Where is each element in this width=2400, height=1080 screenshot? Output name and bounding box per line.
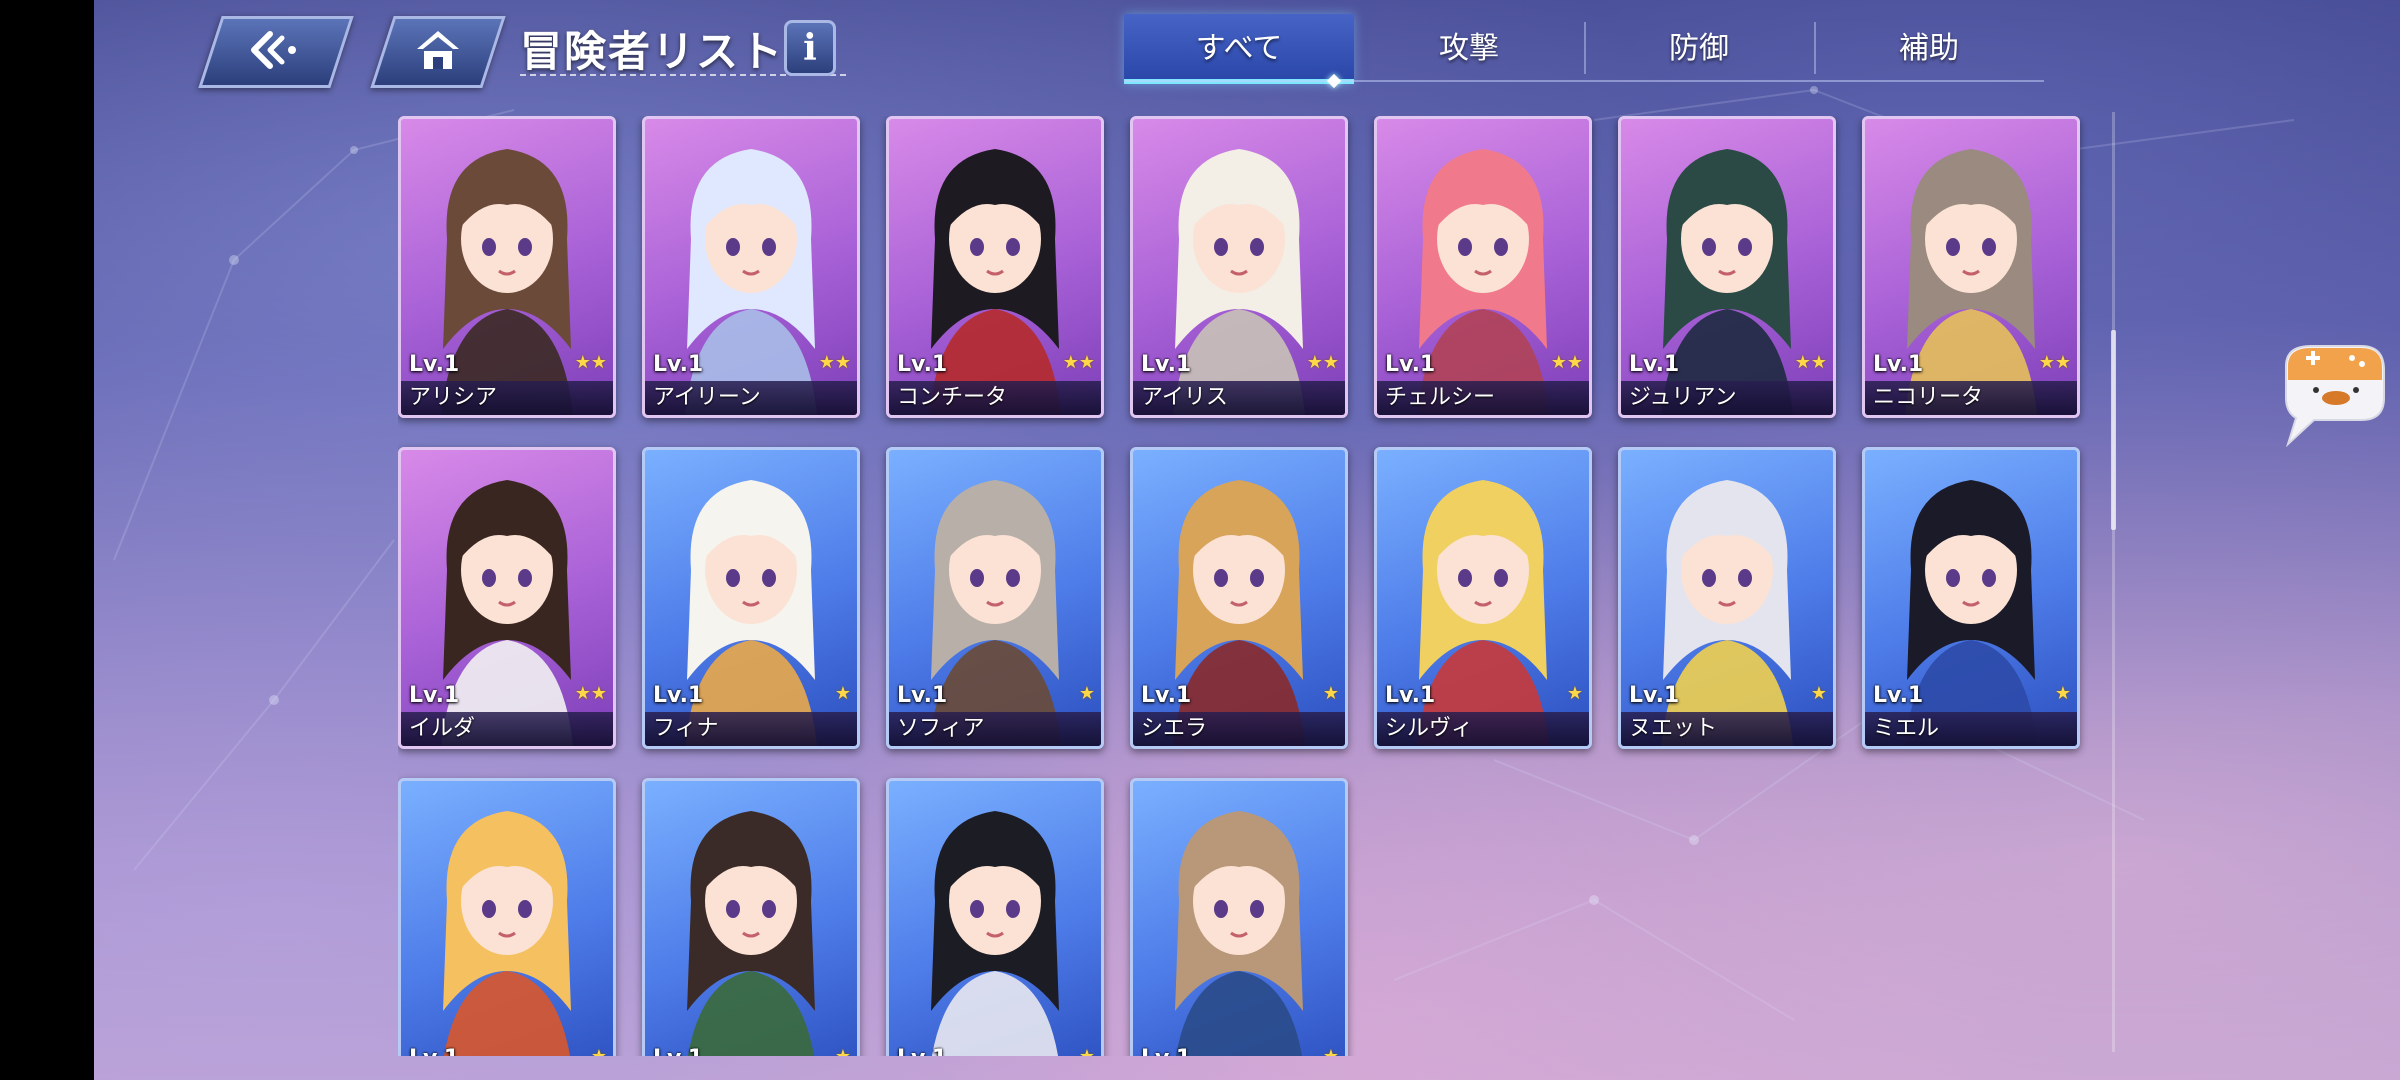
star-rating-icon: ★ xyxy=(1323,1046,1339,1056)
adventurer-name: アイリス xyxy=(1133,381,1345,415)
level-label: Lv.1 xyxy=(1629,352,1680,377)
tabs-baseline xyxy=(1124,80,2044,82)
adventurer-card[interactable]: Lv.1 ★★ アイリーン xyxy=(642,116,860,418)
adventurer-card[interactable]: Lv.1 ★★ アリシア xyxy=(398,116,616,418)
level-label: Lv.1 xyxy=(1873,683,1924,708)
tab-all[interactable]: すべて xyxy=(1124,14,1354,84)
tab-defense[interactable]: 防御 xyxy=(1584,14,1814,84)
star-rating-icon: ★★ xyxy=(1062,352,1095,373)
adventurer-card[interactable]: Lv.1 ★ ヌエット xyxy=(1618,447,1836,749)
scrollbar-thumb[interactable] xyxy=(2111,330,2116,530)
star-rating-icon: ★ xyxy=(2054,683,2071,704)
level-label: Lv.1 xyxy=(897,1046,947,1056)
level-label: Lv.1 xyxy=(1141,683,1192,708)
left-black-bar xyxy=(0,0,94,1080)
adventurer-portrait xyxy=(1175,811,1303,1056)
level-label: Lv.1 xyxy=(1385,683,1436,708)
game-assistant-bubble-icon[interactable] xyxy=(2266,336,2386,456)
level-label: Lv.1 xyxy=(653,1046,703,1056)
star-rating-icon: ★★ xyxy=(1794,352,1827,373)
level-label: Lv.1 xyxy=(653,683,704,708)
info-button[interactable]: i xyxy=(784,20,836,76)
adventurer-card[interactable]: Lv.1 ★ xyxy=(642,778,860,1056)
adventurer-card[interactable]: Lv.1 ★★ コンチータ xyxy=(886,116,1104,418)
star-rating-icon: ★ xyxy=(1322,683,1339,704)
adventurer-card[interactable]: Lv.1 ★ シエラ xyxy=(1130,447,1348,749)
adventurer-card[interactable]: Lv.1 ★ xyxy=(398,778,616,1056)
adventurer-card[interactable]: Lv.1 ★★ ニコリータ xyxy=(1862,116,2080,418)
star-rating-icon: ★★ xyxy=(574,683,607,704)
adventurer-card[interactable]: Lv.1 ★★ ジュリアン xyxy=(1618,116,1836,418)
adventurer-name: ジュリアン xyxy=(1621,381,1833,415)
level-label: Lv.1 xyxy=(1141,1046,1191,1056)
star-rating-icon: ★ xyxy=(834,683,851,704)
back-button[interactable] xyxy=(198,16,354,88)
star-rating-icon: ★ xyxy=(1078,683,1095,704)
adventurer-name: アリシア xyxy=(401,381,613,415)
adventurer-name: ヌエット xyxy=(1621,712,1833,746)
level-label: Lv.1 xyxy=(409,1046,459,1056)
back-arrow-icon xyxy=(246,28,306,76)
adventurer-card[interactable]: Lv.1 ★★ アイリス xyxy=(1130,116,1348,418)
adventurer-card[interactable]: Lv.1 ★ フィナ xyxy=(642,447,860,749)
level-label: Lv.1 xyxy=(1385,352,1436,377)
star-rating-icon: ★ xyxy=(1079,1046,1095,1056)
adventurer-card[interactable]: Lv.1 ★ ソフィア xyxy=(886,447,1104,749)
level-label: Lv.1 xyxy=(897,683,948,708)
page-title: 冒険者リスト xyxy=(520,27,785,76)
adventurer-name: イルダ xyxy=(401,712,613,746)
adventurer-name: シエラ xyxy=(1133,712,1345,746)
adventurer-name: フィナ xyxy=(645,712,857,746)
star-rating-icon: ★★ xyxy=(1306,352,1339,373)
level-label: Lv.1 xyxy=(409,352,460,377)
star-rating-icon: ★★ xyxy=(574,352,607,373)
category-tabs: すべて 攻撃 防御 補助 xyxy=(1124,14,2044,84)
adventurer-name: ソフィア xyxy=(889,712,1101,746)
level-label: Lv.1 xyxy=(653,352,704,377)
adventurer-name: ニコリータ xyxy=(1865,381,2077,415)
adventurer-card[interactable]: Lv.1 ★ シルヴィ xyxy=(1374,447,1592,749)
adventurer-card[interactable]: Lv.1 ★★ チェルシー xyxy=(1374,116,1592,418)
adventurer-portrait xyxy=(443,811,571,1056)
star-rating-icon: ★ xyxy=(591,1046,607,1056)
star-rating-icon: ★★ xyxy=(818,352,851,373)
adventurer-portrait xyxy=(931,811,1059,1056)
adventurer-name: ミエル xyxy=(1865,712,2077,746)
adventurer-name: チェルシー xyxy=(1377,381,1589,415)
level-label: Lv.1 xyxy=(1141,352,1192,377)
adventurer-name: コンチータ xyxy=(889,381,1101,415)
adventurer-card[interactable]: Lv.1 ★★ イルダ xyxy=(398,447,616,749)
level-label: Lv.1 xyxy=(1629,683,1680,708)
adventurer-name: シルヴィ xyxy=(1377,712,1589,746)
adventurer-card[interactable]: Lv.1 ★ ミエル xyxy=(1862,447,2080,749)
adventurer-name: アイリーン xyxy=(645,381,857,415)
star-rating-icon: ★ xyxy=(1566,683,1583,704)
scrollbar-track[interactable] xyxy=(2112,112,2115,1052)
tab-attack[interactable]: 攻撃 xyxy=(1354,14,1584,84)
star-rating-icon: ★★ xyxy=(1550,352,1583,373)
star-rating-icon: ★★ xyxy=(2038,352,2071,373)
star-rating-icon: ★ xyxy=(835,1046,851,1056)
adventurer-portrait xyxy=(687,811,815,1056)
level-label: Lv.1 xyxy=(1873,352,1924,377)
tab-support[interactable]: 補助 xyxy=(1814,14,2044,84)
info-icon: i xyxy=(803,27,817,69)
star-rating-icon: ★ xyxy=(1810,683,1827,704)
adventurer-grid: Lv.1 ★★ アリシア Lv.1 ★★ アイリーン Lv.1 ★★ コンチータ Lv.1 ★★ アイ… xyxy=(398,116,2088,1056)
home-button[interactable] xyxy=(370,16,506,88)
adventurer-card[interactable]: Lv.1 ★ xyxy=(886,778,1104,1056)
adventurer-card[interactable]: Lv.1 ★ xyxy=(1130,778,1348,1056)
level-label: Lv.1 xyxy=(409,683,460,708)
level-label: Lv.1 xyxy=(897,352,948,377)
home-icon xyxy=(415,29,461,75)
